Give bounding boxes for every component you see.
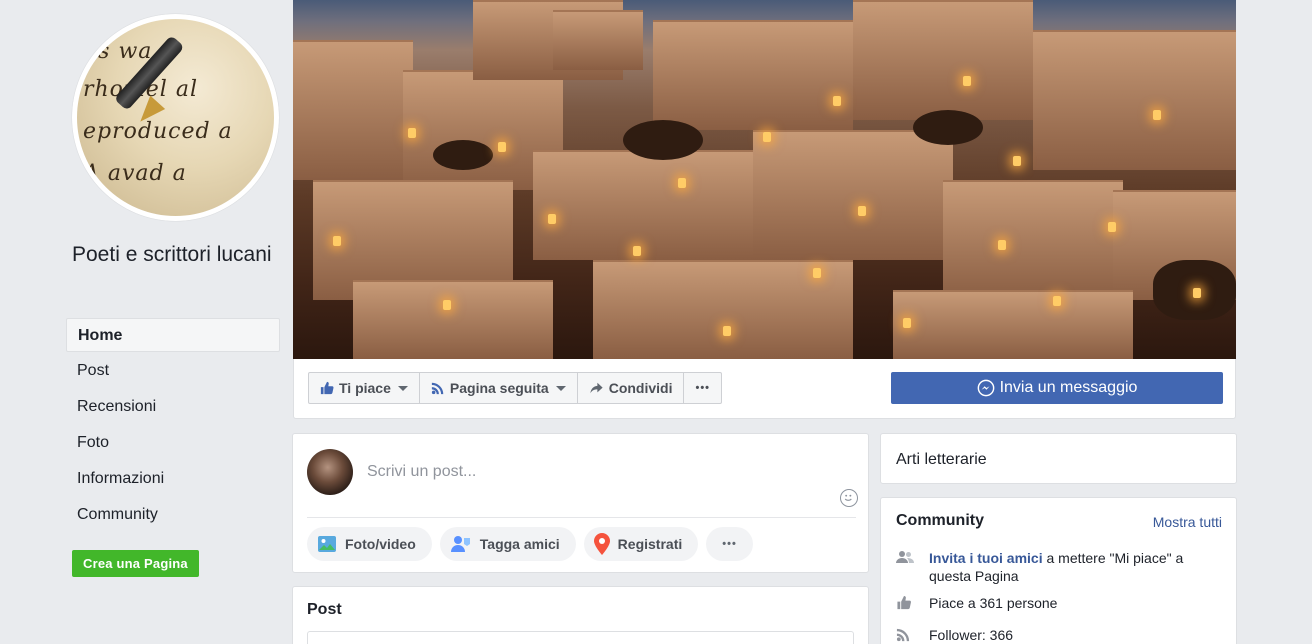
invite-friends-link[interactable]: Invita i tuoi amici (929, 550, 1043, 566)
likes-count: Piace a 361 persone (929, 595, 1058, 611)
chevron-down-icon (555, 385, 566, 391)
nav-item-home[interactable]: Home (66, 318, 280, 352)
tag-people-icon (450, 534, 472, 554)
photo-video-button[interactable]: Foto/video (307, 527, 432, 561)
tag-friends-button[interactable]: Tagga amici (439, 527, 576, 561)
more-options-button[interactable]: ••• (706, 527, 753, 561)
post-preview (307, 631, 854, 644)
follow-button[interactable]: Pagina seguita (420, 373, 578, 403)
composer-actions: Foto/video Tagga amici Registrati ••• (307, 527, 753, 561)
more-icon: ••• (722, 538, 737, 550)
like-button-label: Ti piace (339, 380, 391, 396)
cover-photo[interactable] (293, 0, 1236, 359)
page-action-bar: Ti piace Pagina seguita Condividi ••• In… (293, 359, 1236, 419)
send-message-button[interactable]: Invia un messaggio (891, 372, 1223, 404)
composer-divider (307, 517, 856, 518)
avatar-script-line: eproduced a (83, 119, 233, 144)
rss-feed-icon (896, 626, 914, 644)
avatar-script-line: ns wa (83, 39, 153, 64)
more-icon: ••• (695, 382, 711, 394)
invite-friends-row: Invita i tuoi amici a mettere "Mi piace"… (896, 549, 1219, 585)
fountain-pen-image: ns wa rhomel al eproduced a A avad a (77, 19, 274, 216)
check-in-button[interactable]: Registrati (583, 527, 699, 561)
rss-feed-icon (431, 381, 445, 395)
create-page-button[interactable]: Crea una Pagina (72, 550, 199, 577)
posts-section: Post (292, 586, 869, 644)
post-composer: Scrivi un post... Foto/video Tagga amici… (292, 433, 869, 573)
more-actions-button[interactable]: ••• (684, 373, 721, 403)
user-avatar[interactable] (307, 449, 353, 495)
share-button[interactable]: Condividi (578, 373, 685, 403)
nav-item-info[interactable]: Informazioni (66, 462, 280, 496)
avatar-script-line: A avad a (83, 161, 187, 186)
see-all-link[interactable]: Mostra tutti (1153, 514, 1222, 530)
nav-item-community[interactable]: Community (66, 498, 280, 532)
photo-video-label: Foto/video (345, 536, 416, 552)
post-input[interactable]: Scrivi un post... (367, 463, 476, 481)
likes-row: Piace a 361 persone (896, 594, 1219, 612)
tag-friends-label: Tagga amici (479, 536, 560, 552)
page-actions-group: Ti piace Pagina seguita Condividi ••• (308, 372, 723, 404)
followers-row: Follower: 366 (896, 626, 1219, 644)
chevron-down-icon (397, 385, 408, 391)
community-card: Community Mostra tutti Invita i tuoi ami… (880, 497, 1237, 644)
nav-item-post[interactable]: Post (66, 354, 280, 388)
share-button-label: Condividi (608, 380, 673, 396)
messenger-icon (977, 379, 995, 397)
follow-button-label: Pagina seguita (449, 380, 549, 396)
community-title: Community (896, 512, 984, 529)
page-title[interactable]: Poeti e scrittori lucani (72, 238, 282, 271)
page-navigation: Home Post Recensioni Foto Informazioni C… (66, 318, 280, 534)
photo-icon (317, 534, 337, 554)
emoji-icon[interactable] (840, 489, 858, 507)
followers-count: Follower: 366 (929, 627, 1014, 643)
nav-item-reviews[interactable]: Recensioni (66, 390, 280, 424)
thumbs-up-icon (896, 594, 914, 612)
nav-item-photos[interactable]: Foto (66, 426, 280, 460)
posts-section-title: Post (307, 601, 342, 618)
page-category[interactable]: Arti letterarie (896, 451, 987, 469)
page-category-card: Arti letterarie (880, 433, 1237, 484)
like-button[interactable]: Ti piace (309, 373, 420, 403)
thumbs-up-icon (320, 381, 334, 395)
location-pin-icon (593, 533, 610, 555)
people-icon (896, 549, 914, 585)
send-message-label: Invia un messaggio (999, 379, 1138, 396)
page-profile-picture[interactable]: ns wa rhomel al eproduced a A avad a (72, 14, 279, 221)
check-in-label: Registrati (617, 536, 683, 552)
share-arrow-icon (589, 381, 604, 395)
